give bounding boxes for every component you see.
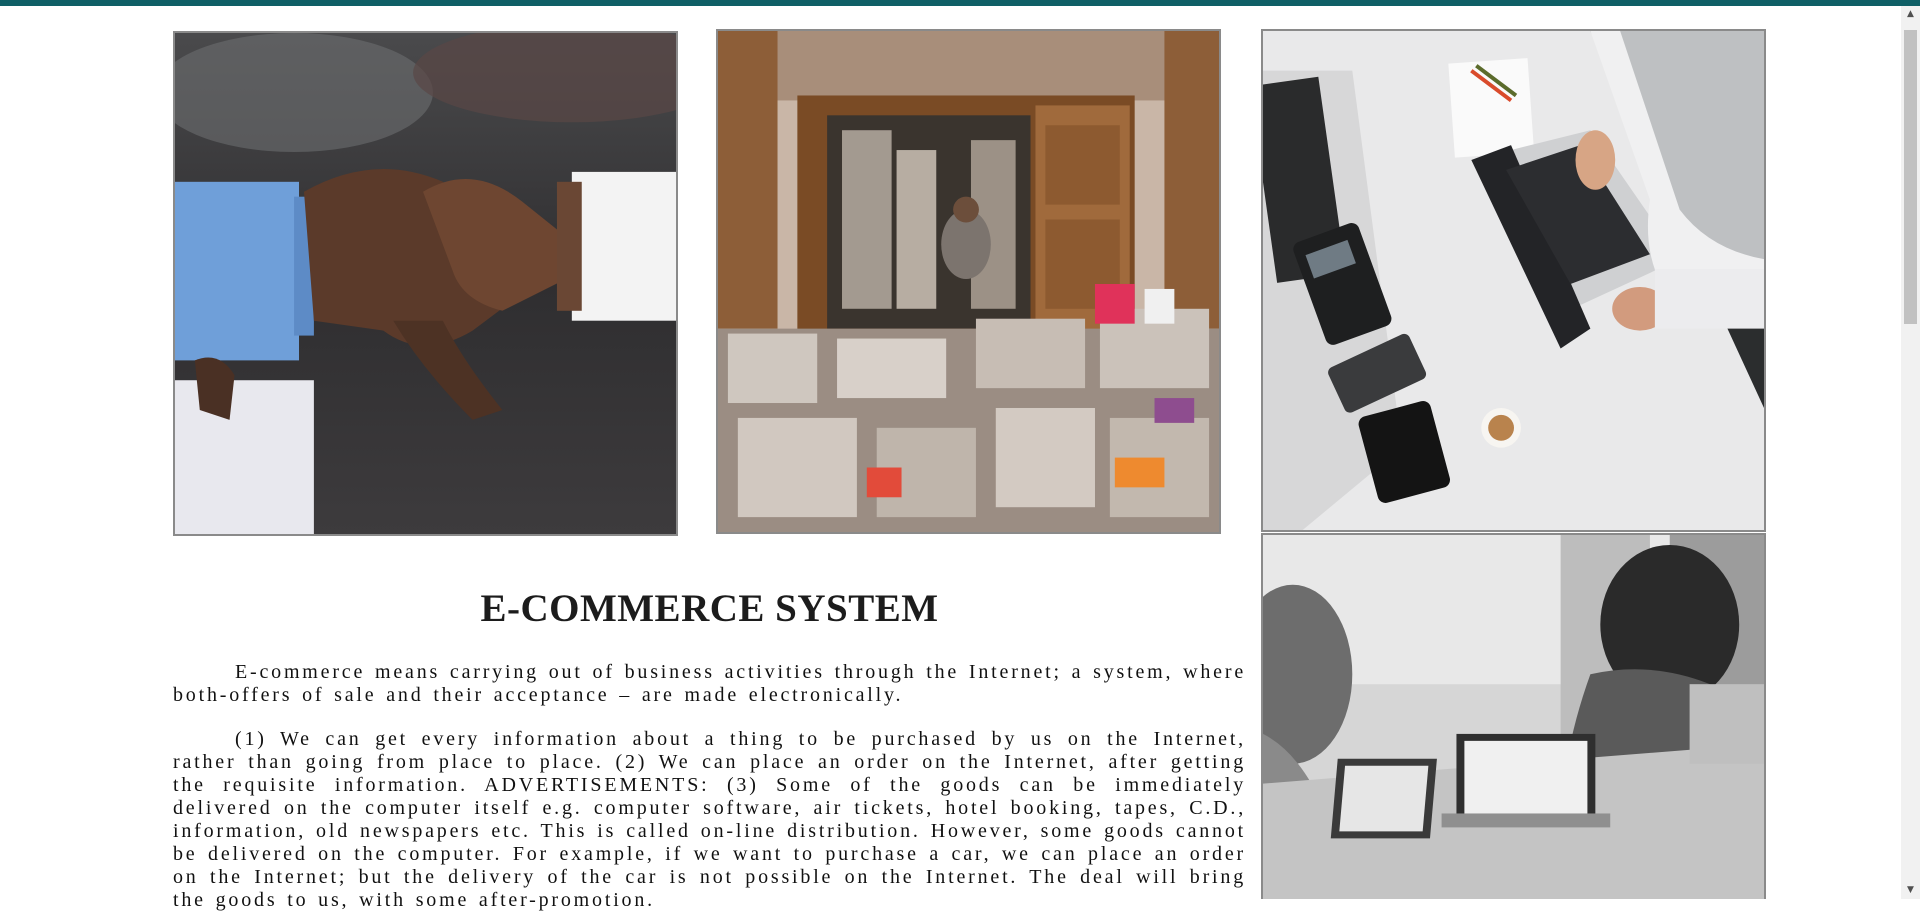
top-accent-bar: [0, 0, 1920, 6]
handshake-image: [173, 31, 678, 536]
intro-paragraph: E-commerce means carrying out of busines…: [173, 661, 1246, 706]
scroll-down-arrow-icon[interactable]: ▼: [1901, 882, 1920, 899]
bookstore-image: [716, 29, 1221, 534]
laptop-desk-image: [1261, 29, 1766, 532]
scroll-up-arrow-icon[interactable]: ▲: [1901, 6, 1920, 23]
details-paragraph: (1) We can get every information about a…: [173, 728, 1246, 911]
scroll-thumb[interactable]: [1904, 30, 1917, 324]
office-laptops-image: [1261, 533, 1766, 899]
vertical-scrollbar[interactable]: ▲ ▼: [1901, 6, 1920, 899]
page-title: E-COMMERCE SYSTEM: [480, 587, 939, 630]
